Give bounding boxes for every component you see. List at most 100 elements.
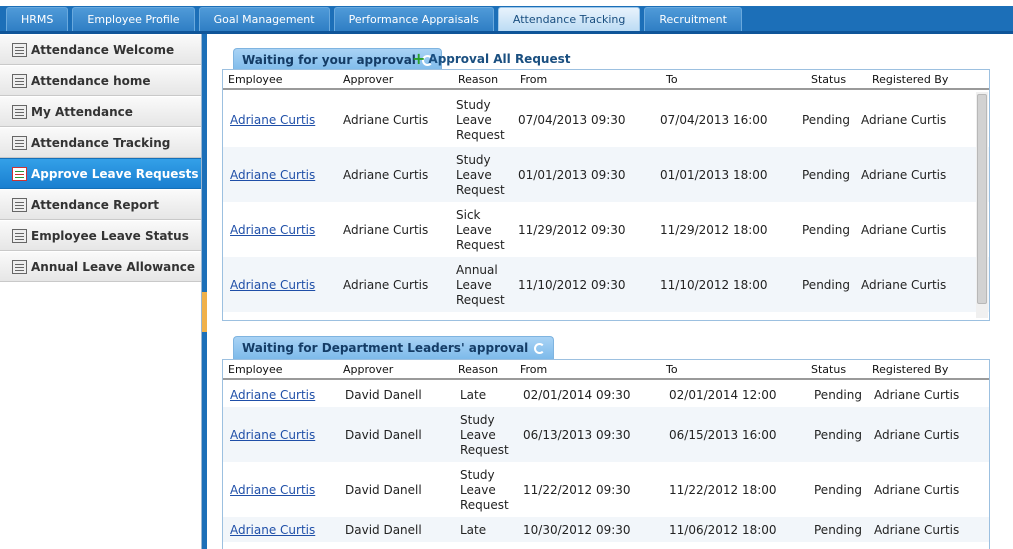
table-row[interactable]: Adriane Curtis Adriane Curtis Annual Leav… xyxy=(223,257,989,312)
table-row[interactable]: Adriane Curtis Adriane Curtis Study Leave… xyxy=(223,92,989,147)
sidebar-item-label: Annual Leave Allowance xyxy=(31,259,196,274)
sidebar-item-employee-leave-status[interactable]: Employee Leave Status xyxy=(0,220,201,251)
from-cell: 11/29/2012 09:30 xyxy=(518,223,626,237)
checklist-icon xyxy=(12,166,27,181)
employee-link[interactable]: Adriane Curtis xyxy=(230,483,315,498)
employee-link[interactable]: Adriane Curtis xyxy=(230,113,315,128)
from-cell: 07/04/2013 09:30 xyxy=(518,113,626,127)
approver-cell: Adriane Curtis xyxy=(343,113,429,127)
to-cell: 11/10/2012 18:00 xyxy=(660,278,768,292)
status-cell: Pending xyxy=(802,168,850,182)
employee-link[interactable]: Adriane Curtis xyxy=(230,388,315,403)
from-cell: 10/30/2012 09:30 xyxy=(523,523,631,537)
top-tabs: HRMS Employee Profile Goal Management Pe… xyxy=(6,7,742,31)
scrollbar-thumb[interactable] xyxy=(977,94,987,304)
table-header: Employee Approver Reason From To Status … xyxy=(223,360,989,380)
approval-panel-tab[interactable]: Waiting for your approval xyxy=(233,48,442,71)
to-cell: 02/01/2014 12:00 xyxy=(669,388,777,402)
table-header: Employee Approver Reason From To Status … xyxy=(223,70,989,90)
registered-by-cell: Adriane Curtis xyxy=(861,278,947,292)
tab-hrms[interactable]: HRMS xyxy=(6,7,69,31)
tab-attendance-tracking[interactable]: Attendance Tracking xyxy=(497,7,641,31)
employee-link[interactable]: Adriane Curtis xyxy=(230,523,315,538)
grid-icon xyxy=(12,73,27,88)
dept-panel-tab[interactable]: Waiting for Department Leaders' approval xyxy=(233,336,555,359)
employee-link[interactable]: Adriane Curtis xyxy=(230,428,315,443)
grid-icon xyxy=(12,42,27,57)
approve-all-label: Approval All Request xyxy=(428,52,571,66)
sidebar-item-attendance-welcome[interactable]: Attendance Welcome xyxy=(0,34,201,65)
registered-by-cell: Adriane Curtis xyxy=(861,223,947,237)
status-cell: Pending xyxy=(802,223,850,237)
column-header[interactable]: Reason xyxy=(458,363,498,376)
column-header[interactable]: Approver xyxy=(343,73,393,86)
registered-by-cell: Adriane Curtis xyxy=(874,483,960,497)
sidebar-item-approve-leave-requests[interactable]: Approve Leave Requests xyxy=(0,158,201,189)
approve-all-button[interactable]: + Approval All Request xyxy=(412,51,571,67)
edit-icon xyxy=(12,259,27,274)
sidebar-item-attendance-home[interactable]: Attendance home xyxy=(0,65,201,96)
column-header[interactable]: Employee xyxy=(228,363,282,376)
sidebar-item-annual-leave-allowance[interactable]: Annual Leave Allowance xyxy=(0,251,201,282)
registered-by-cell: Adriane Curtis xyxy=(874,428,960,442)
registered-by-cell: Adriane Curtis xyxy=(874,523,960,537)
column-header[interactable]: From xyxy=(520,73,547,86)
status-cell: Pending xyxy=(814,483,862,497)
sidebar-item-my-attendance[interactable]: My Attendance xyxy=(0,96,201,127)
status-cell: Pending xyxy=(802,278,850,292)
sidebar-item-label: Attendance home xyxy=(31,73,151,88)
registered-by-cell: Adriane Curtis xyxy=(861,168,947,182)
status-cell: Pending xyxy=(814,388,862,402)
status-cell: Pending xyxy=(814,523,862,537)
reason-cell: Sick Leave Request xyxy=(456,208,505,252)
employee-link[interactable]: Adriane Curtis xyxy=(230,278,315,293)
from-cell: 11/10/2012 09:30 xyxy=(518,278,626,292)
sidebar-item-label: Attendance Welcome xyxy=(31,42,175,57)
from-cell: 06/13/2013 09:30 xyxy=(523,428,631,442)
tab-recruitment[interactable]: Recruitment xyxy=(644,7,742,31)
column-header[interactable]: Registered By xyxy=(872,73,948,86)
sidebar: Attendance Welcome Attendance home My At… xyxy=(0,34,202,549)
approver-cell: David Danell xyxy=(345,483,422,497)
column-header[interactable]: Employee xyxy=(228,73,282,86)
tab-goal-management[interactable]: Goal Management xyxy=(198,7,330,31)
chart-icon xyxy=(12,135,27,150)
table-row[interactable]: Adriane Curtis Adriane Curtis Sick Leave R… xyxy=(223,202,989,257)
tab-performance-appraisals[interactable]: Performance Appraisals xyxy=(333,7,494,31)
table-row[interactable]: Adriane Curtis Adriane Curtis Study Leave… xyxy=(223,147,989,202)
column-header[interactable]: Status xyxy=(811,363,846,376)
employee-link[interactable]: Adriane Curtis xyxy=(230,168,315,183)
column-header[interactable]: Reason xyxy=(458,73,498,86)
to-cell: 11/29/2012 18:00 xyxy=(660,223,768,237)
status-cell: Pending xyxy=(802,113,850,127)
sidebar-item-label: Attendance Tracking xyxy=(31,135,171,150)
column-header[interactable]: From xyxy=(520,363,547,376)
status-cell: Pending xyxy=(814,428,862,442)
column-header[interactable]: Registered By xyxy=(872,363,948,376)
approval-panel-title: Waiting for your approval xyxy=(242,53,416,67)
column-header[interactable]: To xyxy=(666,363,678,376)
sidebar-item-attendance-report[interactable]: Attendance Report xyxy=(0,189,201,220)
table-row[interactable]: Adriane Curtis David Danell Late 02/01/2… xyxy=(223,382,989,407)
approver-cell: David Danell xyxy=(345,523,422,537)
employee-link[interactable]: Adriane Curtis xyxy=(230,223,315,238)
table-row[interactable]: Adriane Curtis David Danell Study Leave Re… xyxy=(223,462,989,517)
dept-approval-table: Employee Approver Reason From To Status … xyxy=(222,359,990,549)
refresh-icon[interactable] xyxy=(534,342,546,354)
approver-cell: David Danell xyxy=(345,428,422,442)
table-row[interactable]: Adriane Curtis David Danell Study Leave Re… xyxy=(223,407,989,462)
from-cell: 02/01/2014 09:30 xyxy=(523,388,631,402)
column-header[interactable]: Approver xyxy=(343,363,393,376)
vertical-scrollbar[interactable] xyxy=(976,92,988,318)
to-cell: 11/06/2012 18:00 xyxy=(669,523,777,537)
tab-employee-profile[interactable]: Employee Profile xyxy=(72,7,195,31)
reason-cell: Annual Leave Request xyxy=(456,263,505,307)
table-row[interactable]: Adriane Curtis David Danell Late 10/30/2… xyxy=(223,517,989,542)
column-header[interactable]: To xyxy=(666,73,678,86)
sidebar-item-label: Attendance Report xyxy=(31,197,159,212)
column-header[interactable]: Status xyxy=(811,73,846,86)
approver-cell: Adriane Curtis xyxy=(343,168,429,182)
sidebar-item-label: Employee Leave Status xyxy=(31,228,189,243)
sidebar-item-attendance-tracking[interactable]: Attendance Tracking xyxy=(0,127,201,158)
reason-cell: Late xyxy=(460,523,487,537)
